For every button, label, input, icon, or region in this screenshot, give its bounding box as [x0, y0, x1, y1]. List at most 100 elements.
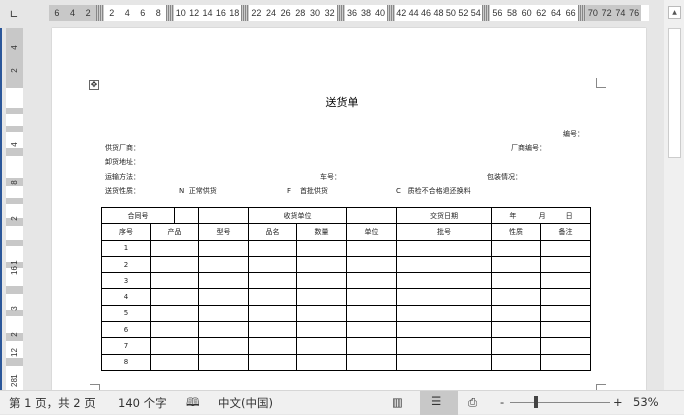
- table-cell[interactable]: [248, 304, 297, 323]
- table-cell[interactable]: [540, 337, 591, 355]
- row-number-cell[interactable]: 8: [101, 353, 151, 371]
- column-header[interactable]: 品名: [248, 223, 297, 241]
- table-cell[interactable]: [150, 239, 199, 257]
- table-cell[interactable]: [540, 321, 591, 339]
- receiver-cell[interactable]: 收货单位: [248, 206, 347, 225]
- table-cell[interactable]: [150, 337, 199, 355]
- table-cell[interactable]: [346, 321, 397, 339]
- table-cell[interactable]: [346, 239, 397, 257]
- contract-value-cell[interactable]: [198, 206, 249, 225]
- table-cell[interactable]: [396, 239, 492, 257]
- web-layout-icon[interactable]: ⎙: [468, 395, 477, 410]
- row-number-cell[interactable]: 2: [101, 255, 151, 274]
- column-header[interactable]: 单位: [346, 223, 397, 241]
- table-cell[interactable]: [540, 288, 591, 306]
- column-marker[interactable]: [578, 5, 586, 21]
- column-header[interactable]: 数量: [296, 223, 347, 241]
- table-cell[interactable]: [346, 353, 397, 371]
- table-cell[interactable]: [296, 239, 347, 257]
- column-marker[interactable]: [482, 5, 490, 21]
- table-cell[interactable]: [198, 337, 249, 355]
- page-count[interactable]: 第 1 页，共 2 页: [9, 395, 96, 411]
- table-cell[interactable]: [248, 272, 297, 290]
- table-cell[interactable]: [296, 255, 347, 274]
- column-header[interactable]: 型号: [198, 223, 249, 241]
- table-cell[interactable]: [491, 353, 541, 371]
- date-value-cell[interactable]: 年 月 日: [491, 206, 591, 225]
- table-cell[interactable]: [296, 304, 347, 323]
- table-cell[interactable]: [198, 239, 249, 257]
- table-cell[interactable]: [346, 288, 397, 306]
- table-cell[interactable]: [296, 288, 347, 306]
- word-count[interactable]: 140 个字: [118, 395, 167, 411]
- read-mode-icon[interactable]: ▥: [392, 395, 403, 409]
- table-cell[interactable]: [248, 337, 297, 355]
- zoom-in-button[interactable]: +: [613, 395, 623, 409]
- table-cell[interactable]: [396, 337, 492, 355]
- column-header[interactable]: 性质: [491, 223, 541, 241]
- table-move-handle-icon[interactable]: ✥: [89, 80, 99, 90]
- column-marker[interactable]: [166, 5, 174, 21]
- zoom-out-button[interactable]: -: [500, 395, 504, 409]
- table-cell[interactable]: [296, 272, 347, 290]
- table-cell[interactable]: [296, 353, 347, 371]
- table-cell[interactable]: [491, 304, 541, 323]
- table-cell[interactable]: [346, 255, 397, 274]
- table-cell[interactable]: [540, 272, 591, 290]
- table-cell[interactable]: [491, 288, 541, 306]
- table-cell[interactable]: [396, 255, 492, 274]
- table-cell[interactable]: [396, 288, 492, 306]
- table-cell[interactable]: [248, 255, 297, 274]
- zoom-level[interactable]: 53%: [633, 395, 659, 409]
- table-cell[interactable]: [248, 239, 297, 257]
- row-number-cell[interactable]: 7: [101, 337, 151, 355]
- row-number-cell[interactable]: 4: [101, 288, 151, 306]
- table-cell[interactable]: [198, 288, 249, 306]
- column-header[interactable]: 产品: [150, 223, 199, 241]
- table-cell[interactable]: [491, 337, 541, 355]
- table-cell[interactable]: [346, 304, 397, 323]
- row-number-cell[interactable]: 5: [101, 304, 151, 323]
- table-cell[interactable]: [296, 321, 347, 339]
- table-cell[interactable]: [198, 321, 249, 339]
- tab-selector[interactable]: ∟: [4, 4, 24, 24]
- delivery-table[interactable]: 合同号 收货单位 交货日期 年 月 日 序号 产品 型号 品名 数量 单位 批号 性质 备注 1…: [101, 206, 591, 371]
- table-cell[interactable]: [491, 255, 541, 274]
- receiver-value-cell[interactable]: [346, 206, 397, 225]
- table-cell[interactable]: [540, 353, 591, 371]
- column-marker[interactable]: [387, 5, 395, 21]
- table-cell[interactable]: [198, 272, 249, 290]
- vertical-scrollbar[interactable]: ▲: [664, 0, 684, 390]
- row-number-cell[interactable]: 3: [101, 272, 151, 290]
- table-cell[interactable]: [150, 304, 199, 323]
- table-cell[interactable]: [346, 272, 397, 290]
- zoom-slider-thumb[interactable]: [534, 396, 538, 408]
- table-cell[interactable]: [150, 272, 199, 290]
- horizontal-ruler[interactable]: 6 4 2 2 4 6 8 10 12 14 16 18 22 24 26 28 30 32 36 38 40 42 44 4…: [49, 5, 649, 21]
- row-number-cell[interactable]: 1: [101, 239, 151, 257]
- table-cell[interactable]: [396, 353, 492, 371]
- table-cell[interactable]: [150, 255, 199, 274]
- table-cell[interactable]: [150, 353, 199, 371]
- table-cell[interactable]: [248, 321, 297, 339]
- table-cell[interactable]: [540, 239, 591, 257]
- table-cell[interactable]: [346, 337, 397, 355]
- column-marker[interactable]: [241, 5, 249, 21]
- table-cell[interactable]: [198, 353, 249, 371]
- table-cell[interactable]: [296, 337, 347, 355]
- scrollbar-thumb[interactable]: [668, 28, 681, 158]
- zoom-slider[interactable]: [510, 402, 610, 403]
- column-marker[interactable]: [96, 5, 104, 21]
- table-cell[interactable]: [150, 321, 199, 339]
- table-cell[interactable]: [198, 304, 249, 323]
- column-header[interactable]: 序号: [101, 223, 151, 241]
- contract-cell[interactable]: 合同号: [101, 206, 199, 225]
- table-cell[interactable]: [198, 255, 249, 274]
- table-cell[interactable]: [540, 255, 591, 274]
- table-cell[interactable]: [491, 272, 541, 290]
- column-header[interactable]: 备注: [540, 223, 591, 241]
- language-indicator[interactable]: 中文(中国): [218, 395, 273, 411]
- proofing-book-icon[interactable]: 🕮: [186, 395, 200, 414]
- table-cell[interactable]: [491, 239, 541, 257]
- table-cell[interactable]: [396, 304, 492, 323]
